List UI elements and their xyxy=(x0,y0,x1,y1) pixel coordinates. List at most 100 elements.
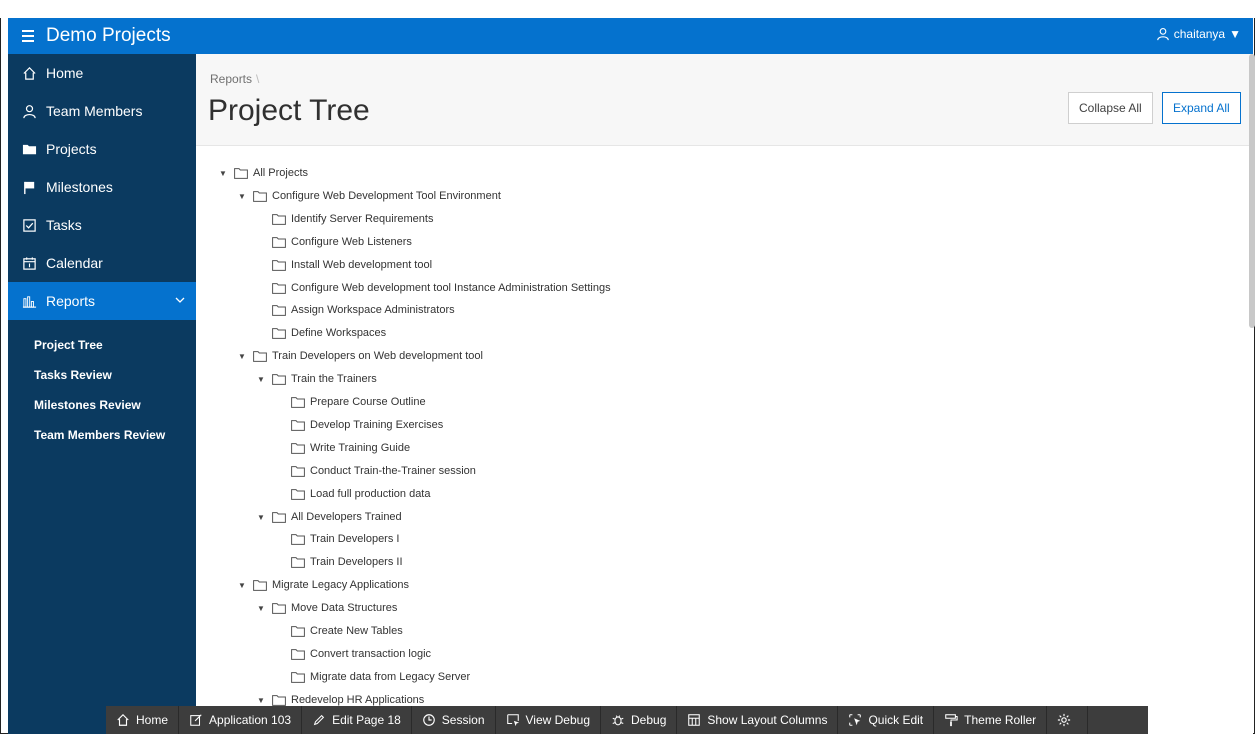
devbar-home-button[interactable]: Home xyxy=(106,706,180,734)
devbar-label: Theme Roller xyxy=(964,713,1037,727)
tree-node[interactable]: ▼ Train the Trainers xyxy=(256,368,377,390)
expand-toggle-icon[interactable]: ▼ xyxy=(256,513,266,522)
tree-node-label: Move Data Structures xyxy=(291,602,398,614)
tree-node[interactable]: Convert transaction logic xyxy=(275,643,431,665)
pencil-icon xyxy=(313,714,325,726)
sidebar: Home Team Members Projects Milestones Ta… xyxy=(8,54,196,734)
tree-node[interactable]: Configure Web Listeners xyxy=(256,231,412,253)
devbar-edit-page-18-button[interactable]: Edit Page 18 xyxy=(302,706,412,734)
expand-toggle-icon[interactable]: ▼ xyxy=(256,604,266,613)
devbar-label: Home xyxy=(136,713,169,727)
subnav-item-tasks-review[interactable]: Tasks Review xyxy=(8,360,196,390)
tree-node-label: Install Web development tool xyxy=(291,259,433,271)
devbar-quick-edit-button[interactable]: Quick Edit xyxy=(838,706,935,734)
tree-node[interactable]: Write Training Guide xyxy=(275,437,410,459)
subnav-item-project-tree[interactable]: Project Tree xyxy=(8,330,196,360)
folder-icon xyxy=(272,327,286,339)
expand-toggle-icon[interactable]: ▼ xyxy=(237,192,247,201)
devbar-label: View Debug xyxy=(525,713,591,727)
tree-node[interactable]: ▼ All Developers Trained xyxy=(256,506,402,528)
grid-icon xyxy=(688,714,701,726)
tree-node-label: Train Developers II xyxy=(310,556,403,568)
collapse-all-button[interactable]: Collapse All xyxy=(1068,92,1153,124)
select-icon xyxy=(849,714,862,726)
devbar-label: Edit Page 18 xyxy=(332,713,401,727)
subnav-item-milestones-review[interactable]: Milestones Review xyxy=(8,390,196,420)
folder-icon xyxy=(272,213,286,225)
tree-node[interactable]: Create New Tables xyxy=(275,620,403,642)
devbar-settings-button[interactable] xyxy=(1047,706,1089,734)
sidebar-item-calendar[interactable]: Calendar xyxy=(8,244,196,282)
sidebar-item-reports[interactable]: Reports xyxy=(8,282,196,320)
chevron-down-icon[interactable] xyxy=(174,294,186,306)
tree-node[interactable]: ▼ All Projects xyxy=(218,162,308,184)
tree-node[interactable]: Develop Training Exercises xyxy=(275,414,443,436)
folder-icon xyxy=(272,694,286,706)
tree-node[interactable]: Load full production data xyxy=(275,483,430,505)
developer-toolbar: Home Application 103 Edit Page 18 Session Vi… xyxy=(106,706,1148,734)
devbar-label: Show Layout Columns xyxy=(707,713,828,727)
folder-icon xyxy=(291,533,305,545)
devbar-label: Debug xyxy=(631,713,667,727)
devbar-show-layout-columns-button[interactable]: Show Layout Columns xyxy=(677,706,839,734)
user-menu[interactable]: chaitanya ▼ xyxy=(1156,27,1241,41)
tree-node[interactable]: Assign Workspace Administrators xyxy=(256,299,455,321)
tree-node[interactable]: Configure Web development tool Instance … xyxy=(256,277,611,299)
devbar-theme-roller-button[interactable]: Theme Roller xyxy=(934,706,1048,734)
app-title[interactable]: Demo Projects xyxy=(46,25,171,47)
subnav-item-team-members-review[interactable]: Team Members Review xyxy=(8,420,196,450)
sidebar-item-tasks[interactable]: Tasks xyxy=(8,206,196,244)
tree-node-label: All Developers Trained xyxy=(291,511,402,523)
devbar-view-debug-button[interactable]: View Debug xyxy=(496,706,601,734)
tree-node-label: Migrate data from Legacy Server xyxy=(310,671,471,683)
sidebar-item-projects[interactable]: Projects xyxy=(8,130,196,168)
sidebar-item-team-members[interactable]: Team Members xyxy=(8,92,196,130)
tree-node[interactable]: ▼ Move Data Structures xyxy=(256,597,397,619)
expand-toggle-icon[interactable]: ▼ xyxy=(237,352,247,361)
calendar-icon xyxy=(20,254,38,272)
scrollbar[interactable] xyxy=(1249,54,1255,328)
devbar-application-103-button[interactable]: Application 103 xyxy=(179,706,303,734)
tree-node[interactable]: ▼ Migrate Legacy Applications xyxy=(237,574,409,596)
tree-node[interactable]: Identify Server Requirements xyxy=(256,208,433,230)
tree-node[interactable]: ▼ Configure Web Development Tool Environm… xyxy=(237,185,501,207)
folder-icon xyxy=(272,373,286,385)
tree-node-label: Load full production data xyxy=(310,488,431,500)
expand-toggle-icon[interactable]: ▼ xyxy=(237,581,247,590)
tree-node[interactable]: Migrate data from Legacy Server xyxy=(275,666,470,688)
tree-node-label: All Projects xyxy=(253,167,309,179)
tree-node[interactable]: Define Workspaces xyxy=(256,322,386,344)
top-strip xyxy=(0,0,1255,18)
tree-node-label: Train the Trainers xyxy=(291,373,377,385)
breadcrumb: Reports \ xyxy=(210,72,259,86)
tree-node-label: Convert transaction logic xyxy=(310,648,432,660)
tree-node-label: Configure Web Listeners xyxy=(291,236,412,248)
menu-toggle-icon[interactable] xyxy=(18,26,38,46)
bug-icon xyxy=(612,715,624,726)
expand-toggle-icon[interactable]: ▼ xyxy=(256,375,266,384)
bar-chart-icon xyxy=(20,292,38,310)
clock-icon xyxy=(422,714,435,726)
sidebar-item-label: Home xyxy=(46,65,84,81)
devbar-session-button[interactable]: Session xyxy=(412,706,496,734)
devbar-debug-button[interactable]: Debug xyxy=(601,706,678,734)
tree-node[interactable]: ▼ Train Developers on Web development too… xyxy=(237,345,483,367)
tree-node[interactable]: Train Developers II xyxy=(275,551,403,573)
expand-all-button[interactable]: Expand All xyxy=(1162,92,1241,124)
sidebar-item-home[interactable]: Home xyxy=(8,54,196,92)
folder-icon xyxy=(291,396,305,408)
breadcrumb-link-reports[interactable]: Reports xyxy=(210,72,252,86)
tree-node-label: Create New Tables xyxy=(310,625,403,637)
tree-node-label: Assign Workspace Administrators xyxy=(291,304,455,316)
tree-node[interactable]: Train Developers I xyxy=(275,528,399,550)
tree-node[interactable]: Install Web development tool xyxy=(256,254,432,276)
user-name: chaitanya xyxy=(1173,27,1226,41)
sidebar-item-milestones[interactable]: Milestones xyxy=(8,168,196,206)
tree-node-label: Configure Web Development Tool Environme… xyxy=(272,190,501,202)
tree-node[interactable]: Prepare Course Outline xyxy=(275,391,426,413)
expand-toggle-icon[interactable]: ▼ xyxy=(218,169,228,178)
expand-toggle-icon[interactable]: ▼ xyxy=(256,696,266,705)
paint-roller-icon xyxy=(945,714,958,727)
tree-node[interactable]: Conduct Train-the-Trainer session xyxy=(275,460,476,482)
folder-icon xyxy=(291,419,305,431)
